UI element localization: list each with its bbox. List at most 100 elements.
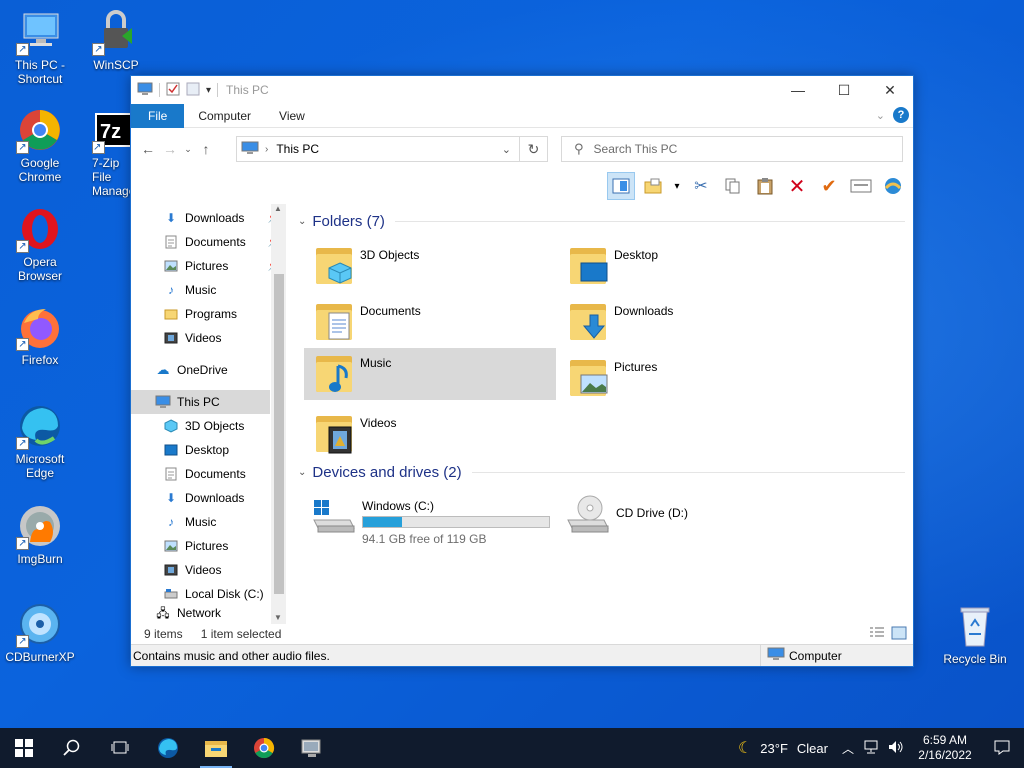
close-button[interactable]: ✕ [867,76,913,104]
nav-item-videos-pc[interactable]: Videos [131,558,286,582]
help-button[interactable]: ? [893,107,909,123]
forward-arrow-icon[interactable]: → [159,141,181,157]
quick-access-toolbar: ▾ [137,82,219,99]
nav-item-pictures[interactable]: Pictures📌 [131,254,286,278]
breadcrumb-this-pc[interactable]: This PC [276,142,319,156]
paste-icon[interactable] [751,172,779,200]
nav-item-3d-objects[interactable]: 3D Objects [131,414,286,438]
nav-item-documents[interactable]: Documents📌 [131,230,286,254]
desktop-icon-firefox[interactable]: ↗ Firefox [0,303,80,367]
clock[interactable]: 6:59 AM 2/16/2022 [910,733,980,763]
network-icon[interactable] [864,740,880,757]
tab-view[interactable]: View [265,104,319,128]
preview-pane-icon[interactable] [607,172,635,200]
nav-item-local-disk[interactable]: Local Disk (C:) [131,582,286,606]
desktop-icon-this-pc[interactable]: ↗ This PC - Shortcut [0,8,80,86]
drive-usage-fill [363,517,403,527]
nav-item-network[interactable]: 🖧 Network [131,606,286,620]
nav-item-label: Local Disk (C:) [185,587,264,601]
weather-temperature[interactable]: 23°F [760,741,788,756]
address-bar[interactable]: › This PC ⌄ [236,136,520,162]
nav-item-music-pc[interactable]: ♪ Music [131,510,286,534]
moon-icon[interactable]: ☾ [738,738,752,758]
search-input[interactable]: Search This PC [594,142,678,156]
drives-group-header[interactable]: ⌄ Devices and drives (2) [294,457,909,487]
scroll-up-arrow-icon[interactable]: ▲ [274,204,282,213]
nav-item-label: Pictures [185,259,229,273]
large-icons-view-icon[interactable] [891,626,907,643]
desktop-icon-winscp[interactable]: ↗ WinSCP [76,8,156,72]
desktop-icon-7zip[interactable]: 7z ↗ 7-Zip File Manager [76,106,130,198]
properties-icon[interactable] [847,172,875,200]
minimize-button[interactable]: — [775,76,821,104]
folders-group-header[interactable]: ⌄ Folders (7) [294,206,909,236]
maximize-button[interactable]: ☐ [821,76,867,104]
edge-icon: ↗ [16,402,64,450]
title-bar[interactable]: ▾ This PC — ☐ ✕ [131,76,913,104]
folder-name: Pictures [614,360,658,374]
drive-tile-c[interactable]: Windows (C:) 94.1 GB free of 119 GB [304,490,556,546]
nav-scroll-thumb[interactable] [274,274,284,594]
folder-tile-music[interactable]: Music [304,348,556,400]
refresh-button[interactable]: ↻ [520,136,548,162]
up-arrow-icon[interactable]: ↑ [195,141,217,157]
taskbar-app[interactable] [288,728,336,768]
desktop-icon-edge[interactable]: ↗ Microsoft Edge [0,402,80,480]
folder-tile-desktop[interactable]: Desktop [558,240,810,292]
new-folder-dropdown-icon[interactable]: ▾ [671,172,683,200]
nav-item-videos[interactable]: Videos [131,326,286,350]
search-button[interactable] [48,728,96,768]
nav-item-documents-pc[interactable]: Documents [131,462,286,486]
back-arrow-icon[interactable]: ← [137,141,159,157]
nav-item-programs[interactable]: Programs [131,302,286,326]
volume-icon[interactable] [888,740,904,757]
address-dropdown-icon[interactable]: ⌄ [502,143,511,156]
nav-item-pictures-pc[interactable]: Pictures [131,534,286,558]
folder-tile-3d-objects[interactable]: 3D Objects [304,240,556,292]
customize-dropdown-icon[interactable]: ▾ [206,85,211,96]
shortcut-arrow-icon: ↗ [16,635,29,648]
nav-item-desktop[interactable]: Desktop [131,438,286,462]
rename-check-icon[interactable]: ✔ [815,172,843,200]
delete-icon[interactable]: ✕ [783,172,811,200]
new-folder-icon[interactable] [639,172,667,200]
desktop-icon-recycle-bin[interactable]: Recycle Bin [935,602,1015,666]
desktop-icon-imgburn[interactable]: ↗ ImgBurn [0,502,80,566]
properties-icon[interactable] [166,82,180,99]
chevron-up-icon[interactable]: ︿ [842,740,854,757]
taskbar-edge[interactable] [144,728,192,768]
task-view-button[interactable] [96,728,144,768]
scroll-down-arrow-icon[interactable]: ▼ [274,613,282,622]
nav-item-music[interactable]: ♪ Music [131,278,286,302]
details-view-icon[interactable] [869,626,885,643]
cut-icon[interactable]: ✂ [687,172,715,200]
tab-file[interactable]: File [131,103,185,128]
copy-icon[interactable] [719,172,747,200]
nav-scrollbar[interactable]: ▲ ▼ [271,204,286,624]
taskbar-file-explorer[interactable] [192,728,240,768]
nav-item-this-pc[interactable]: This PC [131,390,270,414]
folder-tile-pictures[interactable]: Pictures [558,352,810,404]
nav-item-onedrive[interactable]: ☁ OneDrive [131,358,286,382]
collapse-chevron-icon[interactable]: ⌄ [298,216,306,227]
new-folder-icon[interactable] [186,82,200,99]
recent-locations-chevron-icon[interactable]: ⌄ [181,144,195,155]
taskbar-chrome[interactable] [240,728,288,768]
search-box[interactable]: ⚲ Search This PC [561,136,903,162]
expand-ribbon-chevron-icon[interactable]: ⌄ [876,109,885,122]
desktop-icon-cdburnerxp[interactable]: ↗ CDBurnerXP [0,600,80,664]
folder-tile-documents[interactable]: Documents [304,296,556,348]
folder-tile-downloads[interactable]: Downloads [558,296,810,348]
desktop-icon-opera[interactable]: ↗ Opera Browser [0,205,80,283]
notification-icon[interactable] [994,739,1010,758]
weather-condition[interactable]: Clear [797,741,828,756]
tab-computer[interactable]: Computer [184,104,265,128]
nav-item-downloads[interactable]: ⬇Downloads📌 [131,206,286,230]
drive-tile-d[interactable]: CD Drive (D:) [558,490,810,546]
shell-globe-icon[interactable] [879,172,907,200]
folder-tile-videos[interactable]: Videos [304,408,556,460]
nav-item-downloads-pc[interactable]: ⬇ Downloads [131,486,286,510]
collapse-chevron-icon[interactable]: ⌄ [298,467,306,478]
start-button[interactable] [0,728,48,768]
desktop-icon-chrome[interactable]: ↗ Google Chrome [0,106,80,184]
